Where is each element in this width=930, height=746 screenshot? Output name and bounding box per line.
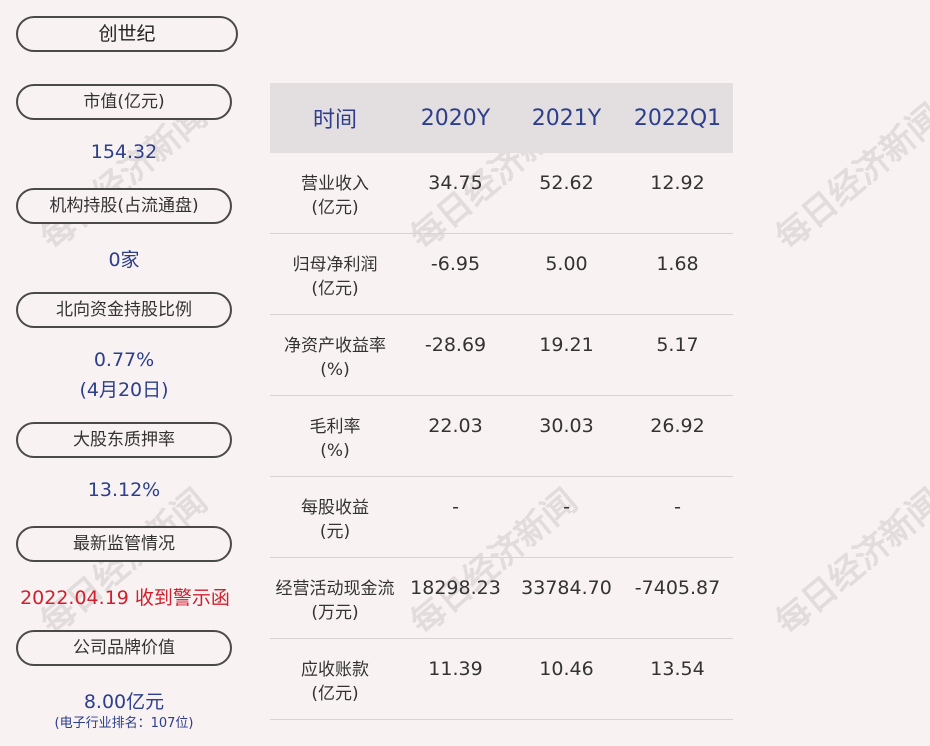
row-name: 净资产收益率 (%) [284, 336, 386, 380]
row-name: 经营活动现金流 (万元) [275, 579, 395, 623]
table-row: 归母净利润 (亿元) -6.95 5.00 1.68 [270, 234, 733, 315]
cell: - [452, 496, 459, 518]
table-row: 净资产收益率 (%) -28.69 19.21 5.17 [270, 315, 733, 396]
watermark: 每日经济新闻 [768, 96, 930, 259]
metric-value-northbound: 0.77% [93, 349, 155, 371]
header-2022q1: 2022Q1 [633, 105, 722, 131]
cell: 34.75 [428, 172, 483, 194]
row-name: 应收账款 (亿元) [301, 660, 369, 704]
cell: 19.21 [539, 334, 594, 356]
cell: 11.39 [428, 658, 483, 680]
financial-table: 时间 2020Y 2021Y 2022Q1 营业收入 (亿元) 34.75 52.… [270, 83, 733, 720]
row-name: 毛利率 (%) [309, 417, 361, 461]
metric-label-institutional: 机构持股(占流通盘) [16, 188, 232, 224]
metric-label-regulation: 最新监管情况 [16, 526, 232, 562]
metric-value-market-cap: 154.32 [90, 141, 158, 163]
metric-note-brand-rank: (电子行业排名：107位) [54, 716, 194, 731]
table-row: 每股收益 (元) - - - [270, 477, 733, 558]
metric-value-regulation: 2022.04.19 收到警示函 [20, 587, 230, 609]
row-name: 归母净利润 (亿元) [292, 255, 378, 299]
cell: 18298.23 [410, 577, 501, 599]
cell: 30.03 [539, 415, 594, 437]
table-row: 毛利率 (%) 22.03 30.03 26.92 [270, 396, 733, 477]
metric-value-institutional: 0家 [108, 249, 140, 271]
cell: 5.17 [656, 334, 699, 356]
cell: 33784.70 [521, 577, 612, 599]
header-2020y: 2020Y [420, 105, 491, 131]
header-time: 时间 [312, 108, 357, 133]
cell: 10.46 [539, 658, 594, 680]
metric-label-brand-value: 公司品牌价值 [16, 630, 232, 666]
company-name: 创世纪 [16, 16, 238, 52]
header-2021y: 2021Y [531, 105, 602, 131]
cell: 22.03 [428, 415, 483, 437]
metric-value-pledge: 13.12% [87, 479, 161, 501]
metric-value-northbound-date: (4月20日) [79, 379, 169, 401]
metric-label-pledge: 大股东质押率 [16, 422, 232, 458]
cell: -6.95 [430, 253, 481, 275]
metric-label-market-cap: 市值(亿元) [16, 84, 232, 120]
cell: - [674, 496, 681, 518]
cell: 13.54 [650, 658, 705, 680]
cell: 12.92 [650, 172, 705, 194]
row-name: 每股收益 (元) [301, 498, 369, 542]
watermark: 每日经济新闻 [768, 481, 930, 644]
cell: 52.62 [539, 172, 594, 194]
cell: 26.92 [650, 415, 705, 437]
table-row: 经营活动现金流 (万元) 18298.23 33784.70 -7405.87 [270, 558, 733, 639]
metric-label-northbound: 北向资金持股比例 [16, 292, 232, 328]
cell: 5.00 [545, 253, 588, 275]
cell: - [563, 496, 570, 518]
table-row: 营业收入 (亿元) 34.75 52.62 12.92 [270, 153, 733, 234]
cell: -7405.87 [634, 577, 721, 599]
table-row: 应收账款 (亿元) 11.39 10.46 13.54 [270, 639, 733, 720]
cell: 1.68 [656, 253, 699, 275]
cell: -28.69 [424, 334, 487, 356]
table-header: 时间 2020Y 2021Y 2022Q1 [270, 83, 733, 153]
metric-value-brand-value: 8.00亿元 [83, 691, 165, 713]
row-name: 营业收入 (亿元) [301, 174, 369, 218]
